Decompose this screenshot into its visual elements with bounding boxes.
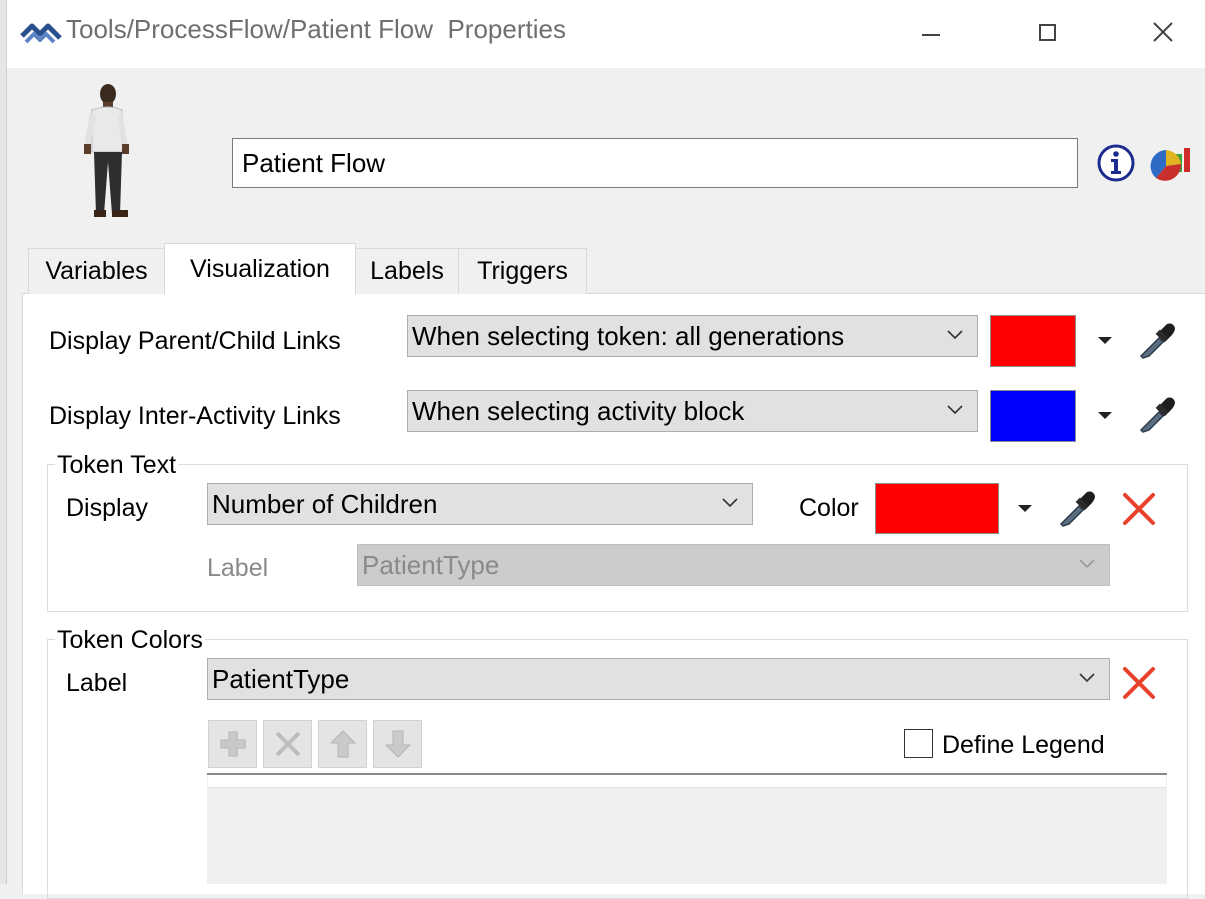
token-text-color-swatch[interactable]	[875, 483, 999, 534]
parent-child-links-value: When selecting token: all generations	[412, 320, 845, 351]
tab-visualization[interactable]: Visualization	[164, 243, 356, 295]
token-text-color-dropdown-icon[interactable]	[1018, 505, 1032, 512]
move-down-icon	[384, 730, 411, 758]
tab-triggers[interactable]: Triggers	[458, 248, 587, 294]
maximize-button[interactable]	[1024, 12, 1070, 52]
parent-child-color-swatch[interactable]	[990, 315, 1076, 367]
chevron-down-icon	[947, 405, 963, 415]
move-down-button[interactable]	[373, 720, 422, 768]
clear-color-x-icon[interactable]	[1120, 490, 1158, 528]
chevron-down-icon	[947, 330, 963, 340]
token-text-label-select: PatientType	[357, 544, 1110, 586]
token-text-group-title: Token Text	[55, 451, 179, 480]
add-icon	[220, 731, 245, 757]
background-window-edge	[0, 0, 7, 884]
define-legend-checkbox[interactable]	[904, 729, 933, 758]
define-legend-label: Define Legend	[942, 731, 1105, 759]
add-button[interactable]	[208, 720, 257, 768]
token-text-label-label: Label	[207, 554, 269, 582]
info-icon[interactable]	[1096, 143, 1136, 183]
move-up-icon	[329, 730, 356, 758]
token-colors-label-select[interactable]: PatientType	[207, 658, 1110, 700]
token-text-display-select[interactable]: Number of Children	[207, 483, 753, 525]
eyedropper-icon[interactable]	[1055, 486, 1099, 530]
statistics-chart-icon[interactable]	[1150, 142, 1194, 184]
token-color-list-header	[208, 775, 1166, 788]
inter-activity-color-dropdown-icon[interactable]	[1098, 412, 1112, 419]
chevron-down-icon	[722, 498, 738, 508]
token-text-display-value: Number of Children	[212, 488, 438, 519]
window-title: Tools/ProcessFlow/Patient Flow Propertie…	[66, 14, 566, 44]
token-text-color-label: Color	[799, 494, 859, 522]
object-name-field[interactable]	[232, 138, 1078, 188]
tab-labels[interactable]: Labels	[355, 248, 459, 294]
move-up-button[interactable]	[318, 720, 367, 768]
maximize-icon	[1038, 23, 1056, 41]
close-icon	[1153, 22, 1173, 42]
close-button[interactable]	[1140, 12, 1186, 52]
remove-button[interactable]	[263, 720, 312, 768]
token-color-list[interactable]	[207, 773, 1167, 884]
flexsim-logo-icon	[20, 18, 62, 48]
minimize-icon	[922, 34, 940, 36]
inter-activity-links-label: Display Inter-Activity Links	[49, 402, 341, 430]
chevron-down-icon	[1079, 559, 1095, 569]
inter-activity-links-select[interactable]: When selecting activity block	[407, 390, 978, 432]
parent-child-links-label: Display Parent/Child Links	[49, 327, 341, 355]
parent-child-links-select[interactable]: When selecting token: all generations	[407, 315, 978, 357]
chevron-down-icon	[1079, 673, 1095, 683]
remove-icon	[275, 731, 300, 757]
parent-child-color-dropdown-icon[interactable]	[1098, 337, 1112, 344]
eyedropper-icon[interactable]	[1135, 318, 1179, 362]
minimize-button[interactable]	[908, 12, 954, 52]
inter-activity-links-value: When selecting activity block	[412, 395, 745, 426]
inter-activity-color-swatch[interactable]	[990, 390, 1076, 442]
clear-label-x-icon[interactable]	[1120, 664, 1158, 702]
token-text-label-value: PatientType	[362, 549, 500, 580]
eyedropper-icon[interactable]	[1135, 392, 1179, 436]
token-colors-label-label: Label	[66, 669, 128, 697]
person-figure-icon	[78, 82, 148, 232]
token-text-display-label: Display	[66, 494, 148, 522]
token-colors-group-title: Token Colors	[55, 626, 205, 655]
token-colors-label-value: PatientType	[212, 663, 350, 694]
tab-variables[interactable]: Variables	[28, 248, 165, 294]
